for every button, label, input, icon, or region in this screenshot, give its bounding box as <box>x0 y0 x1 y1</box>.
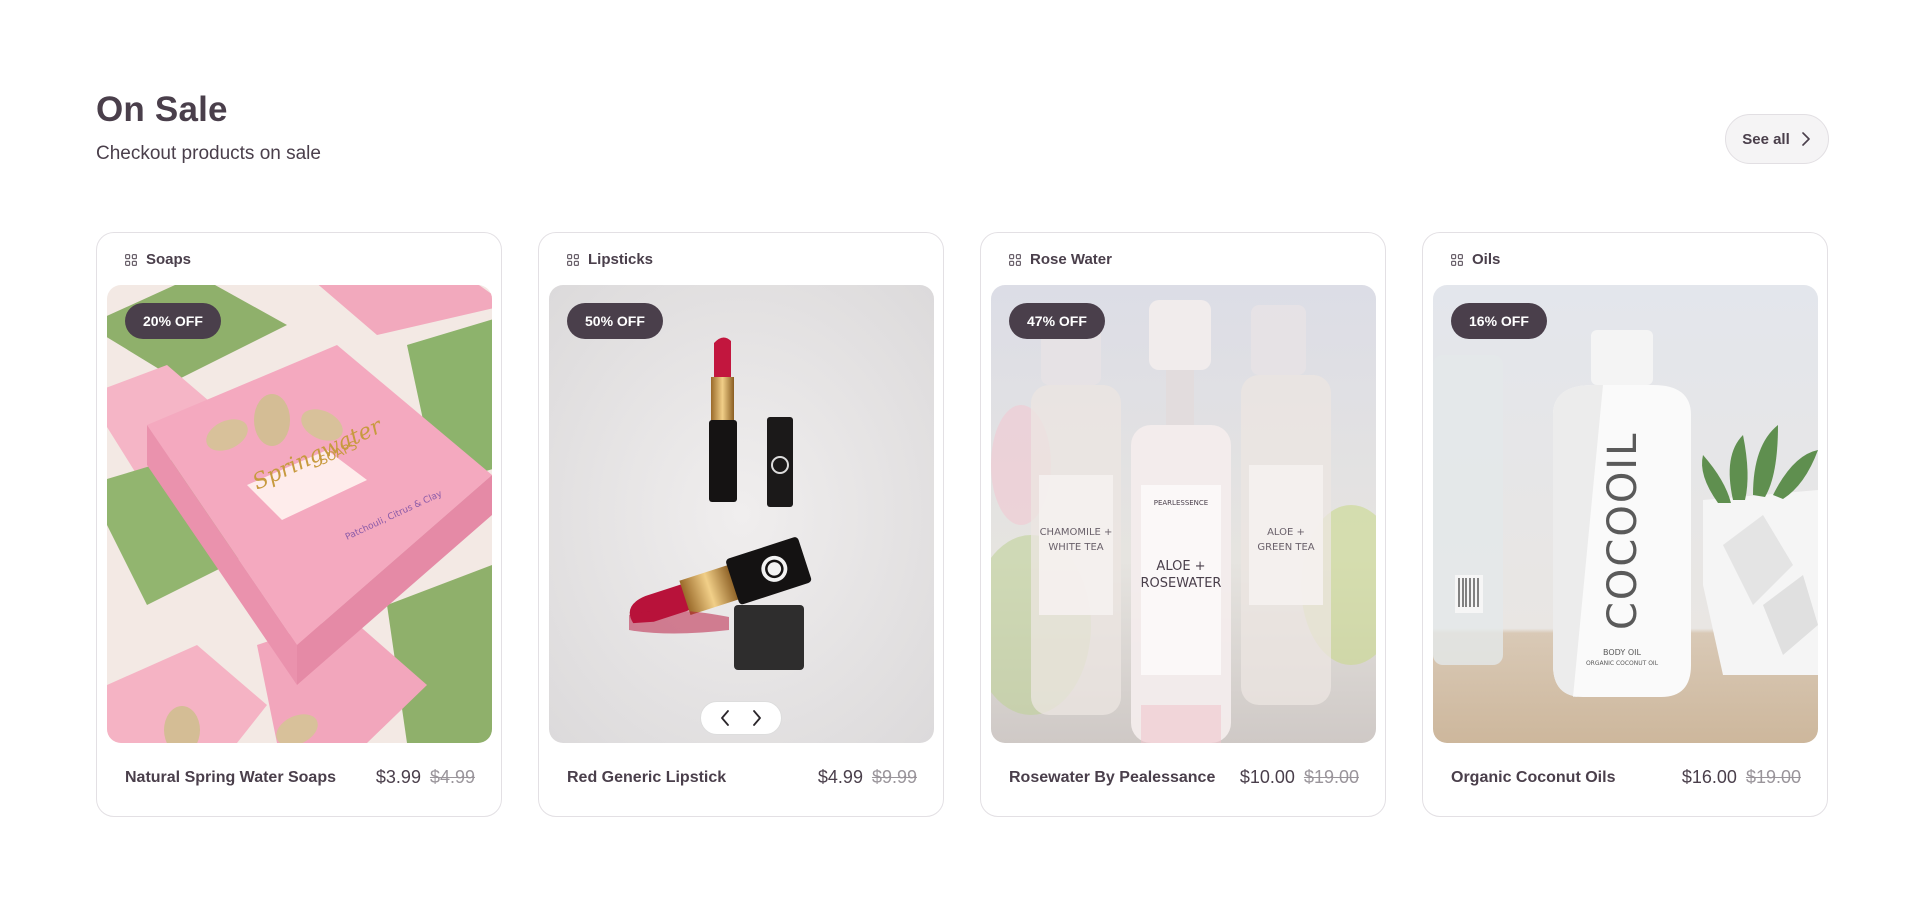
price-group: $10.00 $19.00 <box>1240 767 1359 788</box>
image-product-desc: ORGANIC COCONUT OIL <box>1586 660 1659 667</box>
category-label: Lipsticks <box>588 251 654 268</box>
rosewater-bottles-image: PEARLESSENCE ALOE + ROSEWATER CHAMOMILE … <box>991 285 1376 743</box>
product-name[interactable]: Natural Spring Water Soaps <box>125 769 336 787</box>
category-label: Rose Water <box>1030 251 1112 268</box>
category-tag[interactable]: Soaps <box>125 251 191 268</box>
image-product-line2: ROSEWATER <box>1141 576 1222 591</box>
product-grid: Soaps Springwater SOAPS Patchouli, Citru… <box>96 232 1828 817</box>
grid-icon <box>1009 253 1021 266</box>
product-name[interactable]: Red Generic Lipstick <box>567 769 726 787</box>
product-footer: Organic Coconut Oils $16.00 $19.00 <box>1451 767 1801 788</box>
product-footer: Natural Spring Water Soaps $3.99 $4.99 <box>125 767 475 788</box>
grid-icon <box>567 253 579 266</box>
grid-icon <box>1451 253 1463 266</box>
chevron-right-icon <box>1801 132 1810 146</box>
image-left-line1: CHAMOMILE + <box>1040 527 1113 538</box>
image-brand-text: COCOOIL <box>1600 432 1646 630</box>
image-carousel-nav <box>700 701 782 735</box>
section-title: On Sale <box>96 90 228 129</box>
price-group: $3.99 $4.99 <box>376 767 475 788</box>
sale-price: $10.00 <box>1239 767 1295 787</box>
product-image[interactable]: PEARLESSENCE ALOE + ROSEWATER CHAMOMILE … <box>991 285 1376 743</box>
product-image[interactable]: COCOOIL BODY OIL ORGANIC COCONUT OIL 16%… <box>1433 285 1818 743</box>
price-group: $16.00 $19.00 <box>1682 767 1801 788</box>
category-tag[interactable]: Lipsticks <box>567 251 653 268</box>
sale-price: $16.00 <box>1681 767 1737 787</box>
chevron-left-icon <box>721 710 729 726</box>
category-label: Soaps <box>146 251 192 268</box>
product-card[interactable]: Lipsticks 50% OFF Red Generic Lipstick $… <box>538 232 944 817</box>
see-all-label: See all <box>1742 130 1790 148</box>
image-product-line1: ALOE + <box>1156 559 1205 574</box>
section-subtitle: Checkout products on sale <box>96 143 321 164</box>
product-footer: Rosewater By Pealessance $10.00 $19.00 <box>1009 767 1359 788</box>
price-group: $4.99 $9.99 <box>818 767 917 788</box>
product-name[interactable]: Organic Coconut Oils <box>1451 769 1615 787</box>
original-price: $19.00 <box>1303 767 1359 787</box>
grid-icon <box>125 253 137 266</box>
see-all-button[interactable]: See all <box>1725 114 1829 164</box>
sale-price: $3.99 <box>375 767 421 787</box>
soap-boxes-image: Springwater SOAPS Patchouli, Citrus & Cl… <box>107 285 492 743</box>
original-price: $4.99 <box>429 767 475 787</box>
category-label: Oils <box>1472 251 1501 268</box>
discount-badge: 47% OFF <box>1009 303 1105 339</box>
category-tag[interactable]: Rose Water <box>1009 251 1112 268</box>
product-card[interactable]: Rose Water PEARLESSENCE ALOE + ROSEWATER… <box>980 232 1386 817</box>
image-brand-text: PEARLESSENCE <box>1154 499 1208 507</box>
carousel-next-button[interactable] <box>743 704 771 732</box>
sale-price: $4.99 <box>817 767 863 787</box>
product-image[interactable]: Springwater SOAPS Patchouli, Citrus & Cl… <box>107 285 492 743</box>
chevron-right-icon <box>753 710 761 726</box>
discount-badge: 16% OFF <box>1451 303 1547 339</box>
category-tag[interactable]: Oils <box>1451 251 1500 268</box>
lipstick-image <box>549 285 934 743</box>
discount-badge: 20% OFF <box>125 303 221 339</box>
carousel-prev-button[interactable] <box>711 704 739 732</box>
product-card[interactable]: Oils COCOOIL BODY OIL ORGANIC COCONUT OI… <box>1422 232 1828 817</box>
product-image[interactable]: 50% OFF <box>549 285 934 743</box>
discount-badge: 50% OFF <box>567 303 663 339</box>
image-right-line2: GREEN TEA <box>1257 542 1314 553</box>
coconut-oil-image: COCOOIL BODY OIL ORGANIC COCONUT OIL <box>1433 285 1818 743</box>
original-price: $9.99 <box>871 767 917 787</box>
product-footer: Red Generic Lipstick $4.99 $9.99 <box>567 767 917 788</box>
product-name[interactable]: Rosewater By Pealessance <box>1009 769 1215 787</box>
product-card[interactable]: Soaps Springwater SOAPS Patchouli, Citru… <box>96 232 502 817</box>
image-right-line1: ALOE + <box>1267 527 1305 538</box>
image-left-line2: WHITE TEA <box>1048 542 1103 553</box>
image-product-type: BODY OIL <box>1603 648 1641 657</box>
original-price: $19.00 <box>1745 767 1801 787</box>
